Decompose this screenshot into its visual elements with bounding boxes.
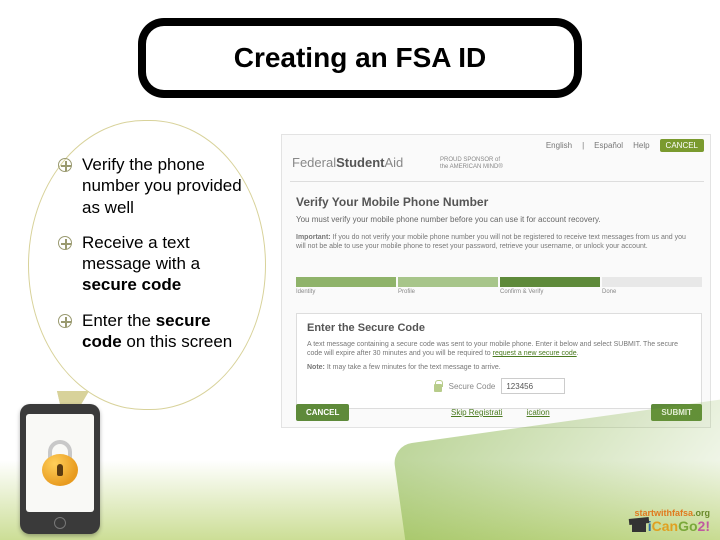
phone-home-button-icon: [54, 517, 66, 529]
padlock-icon: [40, 440, 80, 486]
top-links: English | Español Help CANCEL: [546, 139, 704, 152]
panel-title: Enter the Secure Code: [307, 322, 691, 334]
bullet-post: on this screen: [122, 332, 233, 351]
embedded-screenshot: English | Español Help CANCEL FederalStu…: [281, 134, 711, 428]
step-label: Profile: [398, 289, 415, 295]
slide-title: Creating an FSA ID: [234, 42, 487, 74]
cango-can: Can: [652, 518, 678, 534]
bullet-bold: secure code: [82, 275, 181, 294]
panel-body-end: .: [577, 350, 579, 357]
sponsor-tagline: PROUD SPONSOR of the AMERICAN MIND®: [440, 157, 503, 170]
step-profile: Profile: [398, 277, 498, 287]
brand-federal: Federal: [292, 155, 336, 170]
section-title: Verify Your Mobile Phone Number: [296, 195, 488, 209]
step-label: Identity: [296, 289, 315, 295]
must-verify-text: You must verify your mobile phone number…: [296, 215, 601, 224]
panel-body: A text message containing a secure code …: [307, 340, 691, 359]
swf-mid: fafsa: [672, 508, 693, 518]
help-link[interactable]: Help: [633, 141, 649, 150]
graduation-cap-icon: [632, 522, 646, 532]
bullet-text: Enter the secure code on this screen: [82, 310, 248, 353]
skip-registration-link[interactable]: Skip Registrati: [451, 408, 503, 417]
background-art: [0, 460, 720, 540]
bullet-item: Verify the phone number you provided as …: [58, 154, 248, 218]
plus-circle-icon: [58, 236, 72, 250]
cango-go: Go: [678, 518, 697, 534]
bullet-pre: Receive a text message with a: [82, 233, 200, 273]
swf-org: .org: [693, 508, 710, 518]
step-label: Confirm & Verify: [500, 289, 543, 295]
lock-icon: [433, 380, 443, 392]
title-callout: Creating an FSA ID: [138, 18, 582, 98]
request-new-code-link[interactable]: request a new secure code: [493, 350, 577, 357]
step-done: Done: [602, 277, 702, 287]
secure-code-panel: Enter the Secure Code A text message con…: [296, 313, 702, 409]
cancel-button[interactable]: CANCEL: [296, 404, 349, 421]
lang-english-link[interactable]: English: [546, 141, 572, 150]
panel-note: Note: It may take a few minutes for the …: [307, 363, 691, 372]
bullet-item: Receive a text message with a secure cod…: [58, 232, 248, 296]
slide: Creating an FSA ID Verify the phone numb…: [0, 0, 720, 540]
footer-logos: startwithfafsa.org iCanGo2!: [632, 508, 710, 534]
lang-espanol-link[interactable]: Español: [594, 141, 623, 150]
plus-circle-icon: [58, 314, 72, 328]
phone-screen: [26, 414, 94, 512]
secure-code-row: Secure Code 123456: [307, 378, 691, 394]
secure-code-input[interactable]: 123456: [501, 378, 565, 394]
bullet-item: Enter the secure code on this screen: [58, 310, 248, 353]
ication-link[interactable]: ication: [527, 408, 550, 417]
divider: [290, 181, 704, 182]
plus-circle-icon: [58, 158, 72, 172]
phone-illustration: [20, 404, 100, 534]
swf-pre: startwith: [634, 508, 672, 518]
title-inner: Creating an FSA ID: [146, 26, 574, 90]
bullet-pre: Enter the: [82, 311, 156, 330]
secure-code-label: Secure Code: [449, 382, 496, 391]
important-text: Important: Important: If you do not veri…: [296, 233, 696, 251]
fsa-brand: FederalStudentAid: [292, 155, 403, 170]
bullet-list: Verify the phone number you provided as …: [58, 154, 248, 366]
mid-links: Skip Registrati ication: [451, 408, 550, 417]
bullet-pre: Verify the phone number you provided as …: [82, 155, 242, 217]
step-confirm: Confirm & Verify: [500, 277, 600, 287]
bullet-text: Verify the phone number you provided as …: [82, 154, 248, 218]
bullet-text: Receive a text message with a secure cod…: [82, 232, 248, 296]
brand-aid: Aid: [384, 155, 403, 170]
step-label: Done: [602, 289, 616, 295]
progress-stepper: Identity Profile Confirm & Verify Done: [296, 277, 702, 291]
step-identity: Identity: [296, 277, 396, 287]
icango2-logo: iCanGo2!: [632, 518, 710, 534]
brand-student: Student: [336, 155, 384, 170]
cancel-top-button[interactable]: CANCEL: [660, 139, 704, 152]
